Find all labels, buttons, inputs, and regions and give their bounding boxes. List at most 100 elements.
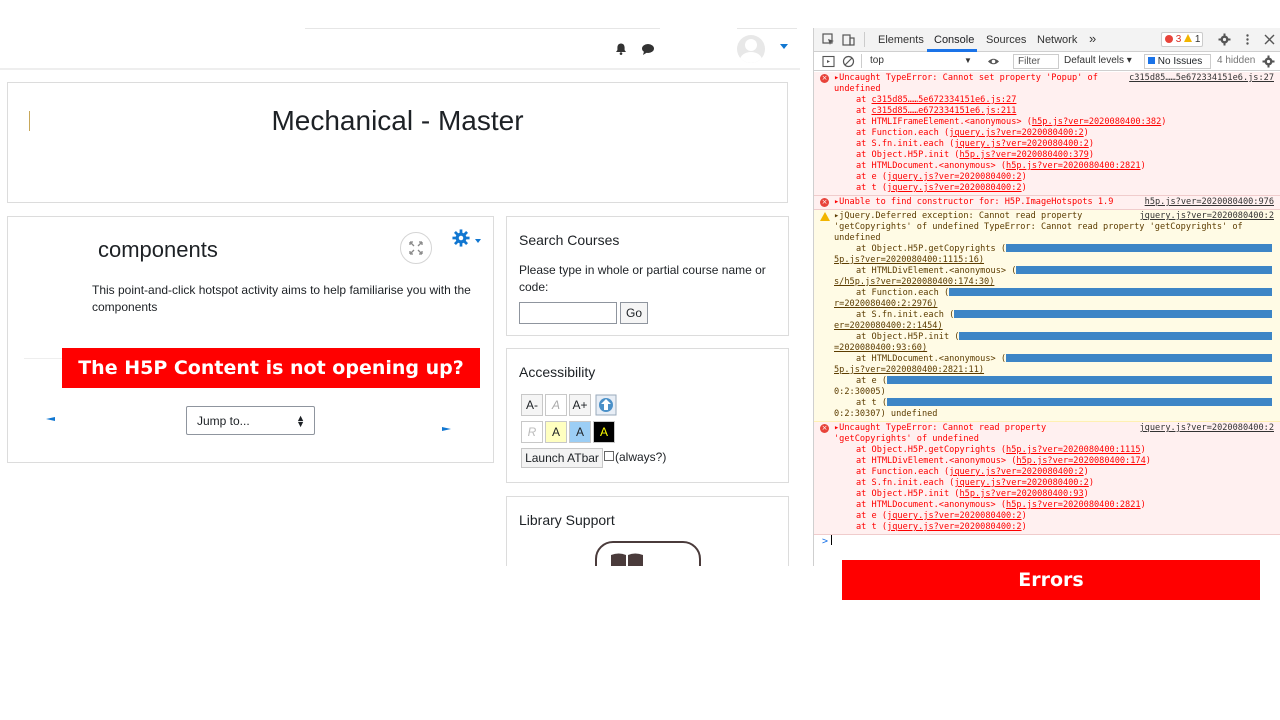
tab-sources[interactable]: Sources [986, 34, 1026, 46]
next-activity-arrow-icon[interactable] [442, 426, 451, 432]
stack-frame-tail[interactable]: 0:2:30307) undefined [834, 409, 1274, 420]
select-arrows-icon: ▲ ▼ [296, 413, 305, 429]
user-menu-caret-icon[interactable] [780, 44, 788, 49]
block-title: Accessibility [519, 364, 596, 380]
source-link[interactable]: c315d85……5e672334151e6.js:27 [1129, 73, 1274, 84]
stack-frame-tail[interactable]: r=2020080400:2:2976) [834, 299, 1274, 310]
source-link[interactable]: h5p.js?ver=2020080400:976 [1145, 197, 1274, 208]
frame-source-link[interactable]: jquery.js?ver=2020080400:2 [949, 128, 1084, 138]
console-error-message[interactable]: × ▸Uncaught TypeError: Cannot set proper… [814, 72, 1280, 196]
error-icon: × [820, 424, 829, 433]
gear-caret-icon[interactable] [475, 239, 481, 243]
frame-source-link[interactable]: jquery.js?ver=2020080400:2 [887, 522, 1022, 532]
frame-source-link[interactable]: h5p.js?ver=2020080400:93 [959, 489, 1083, 499]
device-toolbar-icon[interactable] [842, 33, 855, 46]
issues-counter[interactable]: 3 1 [1161, 32, 1203, 47]
source-link[interactable]: jquery.js?ver=2020080400:2 [1139, 211, 1274, 222]
source-link[interactable]: jquery.js?ver=2020080400:2 [1139, 423, 1274, 434]
gear-icon[interactable] [452, 229, 470, 247]
console-prompt-input[interactable]: > [814, 535, 1280, 549]
launch-atbar-button[interactable]: Launch ATbar [521, 448, 603, 468]
frame-text: at HTMLDivElement.<anonymous> ( [856, 266, 1017, 276]
stack-frame: at c315d85……5e672334151e6.js:27 [856, 95, 1274, 106]
console-filter-input[interactable]: Filter [1013, 54, 1059, 69]
fullscreen-button[interactable] [400, 232, 432, 264]
high-contrast-button[interactable]: A [593, 421, 615, 443]
context-selector[interactable]: top [870, 55, 884, 66]
live-expression-eye-icon[interactable] [987, 55, 1000, 68]
context-dropdown-arrow-icon[interactable]: ▼ [964, 56, 972, 65]
stack-frame-tail[interactable]: 5p.js?ver=2020080400:2821:11) [834, 365, 1274, 376]
blue-scheme-button[interactable]: A [569, 421, 591, 443]
settings-gear-icon[interactable] [1218, 33, 1231, 46]
issues-button[interactable]: No Issues [1144, 54, 1211, 69]
more-options-icon[interactable] [1241, 33, 1254, 46]
stack-frame: at t (jquery.js?ver=2020080400:2) [856, 522, 1274, 533]
stack-frame: at Function.each (jquery.js?ver=20200804… [856, 467, 1274, 478]
decrease-text-button[interactable]: A- [521, 394, 543, 416]
frame-source-link[interactable]: h5p.js?ver=2020080400:174 [1016, 456, 1145, 466]
tab-console[interactable]: Console [934, 34, 974, 46]
redaction-bar [887, 376, 1273, 384]
console-toolbar: top ▼ Filter Default levels ▾ No Issues … [814, 52, 1280, 71]
console-warning-message[interactable]: ▸jQuery.Deferred exception: Cannot read … [814, 210, 1280, 422]
user-avatar[interactable] [737, 35, 765, 63]
frame-source-link[interactable]: h5p.js?ver=2020080400:1115 [1006, 445, 1141, 455]
inspect-element-icon[interactable] [822, 33, 835, 46]
warning-count: 1 [1194, 34, 1201, 45]
frame-text: at e ( [856, 172, 888, 182]
stack-frame-tail[interactable]: 5p.js?ver=2020080400:1115:16) [834, 255, 1274, 266]
frame-source-link[interactable]: h5p.js?ver=2020080400:382 [1032, 117, 1161, 127]
messages-chat-icon[interactable] [641, 42, 655, 56]
frame-source-link[interactable]: jquery.js?ver=2020080400:2 [949, 467, 1084, 477]
frame-text-end: ) [1021, 522, 1027, 532]
frame-source-link[interactable]: c315d85……e672334151e6.js:211 [872, 106, 1017, 116]
frame-source-link[interactable]: jquery.js?ver=2020080400:2 [954, 139, 1089, 149]
stack-frame-tail[interactable]: =2020080400:93:60) [834, 343, 1274, 354]
frame-source-link[interactable]: h5p.js?ver=2020080400:2821 [1006, 500, 1141, 510]
frame-source-link[interactable]: jquery.js?ver=2020080400:2 [954, 478, 1089, 488]
frame-text: at [856, 95, 872, 105]
frame-source-link[interactable]: jquery.js?ver=2020080400:2 [887, 511, 1022, 521]
redaction-bar [1016, 266, 1273, 274]
expand-icon [409, 241, 423, 255]
save-settings-icon[interactable] [595, 394, 617, 416]
notification-bell-icon[interactable] [614, 42, 628, 56]
always-checkbox[interactable] [604, 451, 614, 461]
console-settings-gear-icon[interactable] [1262, 55, 1275, 68]
frame-source-link[interactable]: c315d85……5e672334151e6.js:27 [872, 95, 1017, 105]
clear-console-icon[interactable] [842, 55, 855, 68]
search-instructions: Please type in whole or partial course n… [519, 263, 766, 294]
course-search-input[interactable] [519, 302, 617, 324]
frame-text: at S.fn.init.each ( [856, 478, 955, 488]
stack-frame-tail[interactable]: 0:2:30005) [834, 387, 1274, 398]
reset-colour-button[interactable]: R [521, 421, 543, 443]
stack-frame: at HTMLDocument.<anonymous> ( [834, 354, 1274, 365]
yellow-scheme-button[interactable]: A [545, 421, 567, 443]
frame-source-link[interactable]: h5p.js?ver=2020080400:2821 [1006, 161, 1141, 171]
reset-text-button[interactable]: A [545, 394, 567, 416]
log-levels-dropdown[interactable]: Default levels ▾ [1064, 55, 1132, 66]
frame-text-end: ) [1021, 172, 1027, 182]
stack-frame-tail[interactable]: s/h5p.js?ver=2020080400:174:30) [834, 277, 1274, 288]
close-icon[interactable] [1263, 33, 1276, 46]
console-error-message[interactable]: × ▸Uncaught TypeError: Cannot read prope… [814, 422, 1280, 535]
stack-frame: at Object.H5P.init ( [834, 332, 1274, 343]
stack-frame: at Function.each (jquery.js?ver=20200804… [856, 128, 1274, 139]
frame-text: at HTMLDocument.<anonymous> ( [856, 161, 1007, 171]
tab-network[interactable]: Network [1037, 34, 1077, 46]
sidebar-toggle-icon[interactable] [822, 55, 835, 68]
library-logo[interactable] [595, 541, 701, 566]
increase-text-button[interactable]: A+ [569, 394, 591, 416]
redaction-bar [959, 332, 1273, 340]
previous-activity-arrow-icon[interactable] [46, 416, 55, 422]
go-button[interactable]: Go [620, 302, 648, 324]
frame-source-link[interactable]: jquery.js?ver=2020080400:2 [887, 172, 1022, 182]
tab-elements[interactable]: Elements [878, 34, 924, 46]
more-tabs-button[interactable]: » [1089, 31, 1096, 46]
jump-to-select[interactable]: Jump to... ▲ ▼ [186, 406, 315, 435]
console-error-message[interactable]: × ▸Unable to find constructor for: H5P.I… [814, 196, 1280, 210]
frame-source-link[interactable]: jquery.js?ver=2020080400:2 [887, 183, 1022, 193]
frame-source-link[interactable]: h5p.js?ver=2020080400:379 [959, 150, 1088, 160]
stack-frame-tail[interactable]: er=2020080400:2:1454) [834, 321, 1274, 332]
